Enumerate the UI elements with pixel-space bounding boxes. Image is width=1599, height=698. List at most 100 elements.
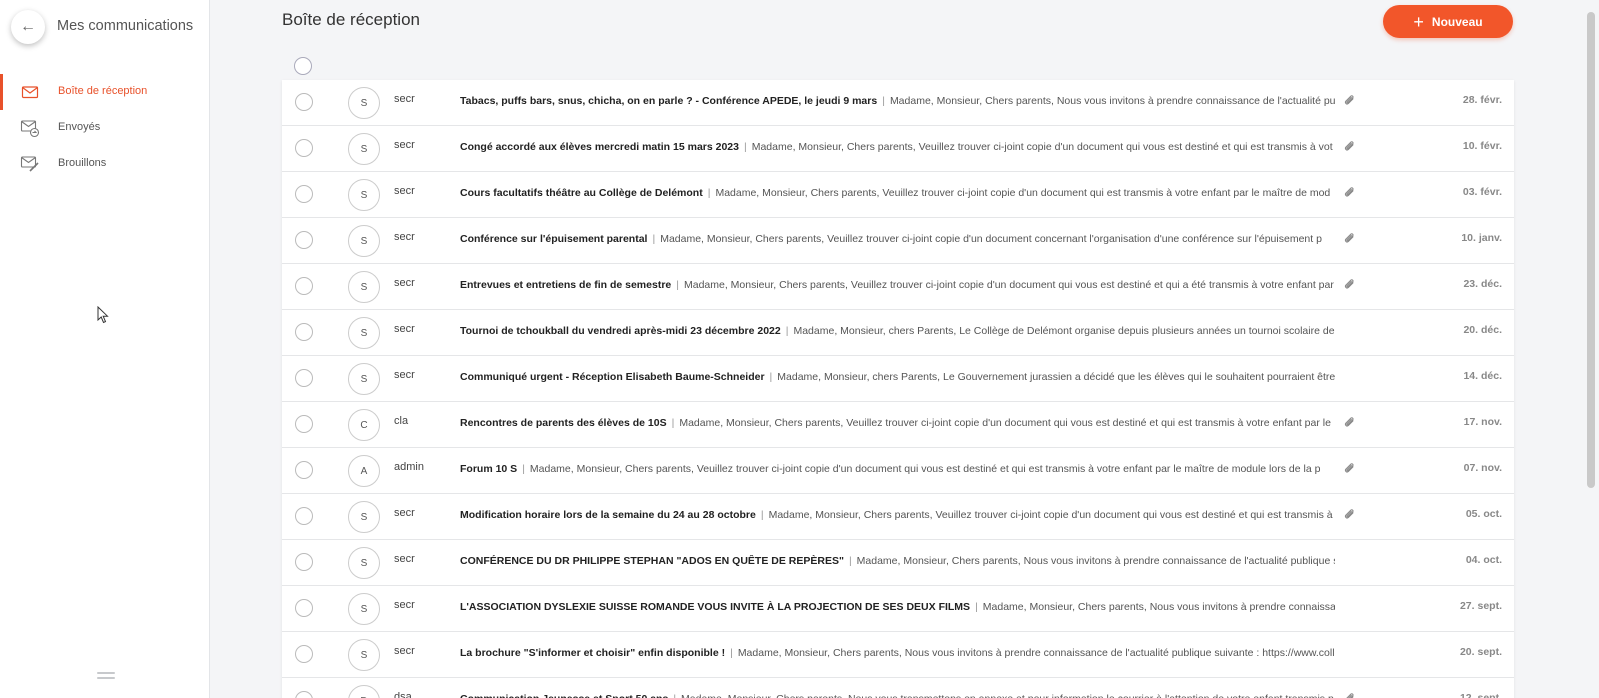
row-checkbox[interactable] xyxy=(295,93,313,111)
message-sender: secr xyxy=(394,139,415,151)
message-date: 23. déc. xyxy=(1463,278,1502,290)
message-row[interactable]: Ssecr Congé accordé aux élèves mercredi m… xyxy=(282,126,1514,172)
message-sender: secr xyxy=(394,277,415,289)
message-text: Rencontres de parents des élèves de 10S |… xyxy=(460,417,1335,429)
message-row[interactable]: Ssecr La brochure "S'informer et choisir"… xyxy=(282,632,1514,678)
separator: | xyxy=(707,187,711,199)
message-sender: secr xyxy=(394,231,415,243)
message-sender: secr xyxy=(394,645,415,657)
message-row[interactable]: Ssecr Cours facultatifs théâtre au Collèg… xyxy=(282,172,1514,218)
sidebar-item-label: Brouillons xyxy=(58,157,107,169)
message-row[interactable]: Ssecr Tabacs, puffs bars, snus, chicha, o… xyxy=(282,80,1514,126)
message-row[interactable]: Ssecr Tournoi de tchoukball du vendredi a… xyxy=(282,310,1514,356)
back-button[interactable]: ← xyxy=(11,10,45,44)
message-row[interactable]: Ssecr Modification horaire lors de la sem… xyxy=(282,494,1514,540)
message-date: 03. févr. xyxy=(1462,186,1502,198)
message-preview: Madame, Monsieur, Chers parents, Veuille… xyxy=(529,463,1321,475)
message-row[interactable]: Ssecr Communiqué urgent - Réception Elisa… xyxy=(282,356,1514,402)
message-date: 28. févr. xyxy=(1462,94,1502,106)
message-subject: Rencontres de parents des élèves de 10S xyxy=(460,417,667,429)
avatar: S xyxy=(348,271,380,303)
avatar: S xyxy=(348,225,380,257)
sidebar-item-sent[interactable]: Envoyés xyxy=(0,110,209,146)
row-checkbox[interactable] xyxy=(295,185,313,203)
row-checkbox[interactable] xyxy=(295,415,313,433)
message-row[interactable]: Ssecr L'ASSOCIATION DYSLEXIE SUISSE ROMAN… xyxy=(282,586,1514,632)
row-checkbox[interactable] xyxy=(295,691,313,698)
sidebar-item-drafts[interactable]: Brouillons xyxy=(0,146,209,182)
separator: | xyxy=(975,601,978,613)
scrollbar-thumb[interactable] xyxy=(1587,12,1595,488)
message-preview: Madame, Monsieur, Chers parents, Nous vo… xyxy=(681,693,1334,698)
message-sender: cla xyxy=(394,415,409,427)
sidebar-title: Mes communications xyxy=(57,18,194,34)
row-checkbox[interactable] xyxy=(295,231,313,249)
message-text: Tournoi de tchoukball du vendredi après-… xyxy=(460,325,1335,337)
message-subject: Tabacs, puffs bars, snus, chicha, on en … xyxy=(460,95,878,107)
sidebar-item-inbox[interactable]: Boîte de réception xyxy=(0,74,209,110)
message-subject: Forum 10 S xyxy=(460,463,518,475)
message-preview: Madame, Monsieur, Chers parents, Veuille… xyxy=(679,417,1331,429)
avatar: S xyxy=(348,87,380,119)
new-message-button[interactable]: + Nouveau xyxy=(1383,5,1513,38)
message-subject: L'ASSOCIATION DYSLEXIE SUISSE ROMANDE VO… xyxy=(460,601,971,613)
message-date: 20. déc. xyxy=(1463,324,1502,336)
message-subject: Cours facultatifs théâtre au Collège de … xyxy=(460,187,703,199)
message-date: 27. sept. xyxy=(1459,600,1502,612)
message-preview: Madame, Monsieur, Chers parents, Nous vo… xyxy=(982,601,1335,613)
message-row[interactable]: Aadmin Forum 10 S | Madame, Monsieur, Chers… xyxy=(282,448,1514,494)
separator: | xyxy=(769,371,773,383)
message-text: Entrevues et entretiens de fin de semest… xyxy=(460,279,1335,291)
message-date: 05. oct. xyxy=(1465,508,1502,520)
message-row[interactable]: Ssecr CONFÉRENCE DU DR PHILIPPE STEPHAN "… xyxy=(282,540,1514,586)
message-subject: Modification horaire lors de la semaine … xyxy=(460,509,756,521)
message-text: La brochure "S'informer et choisir" enfi… xyxy=(460,647,1335,659)
paperclip-icon xyxy=(1344,187,1354,197)
select-all-checkbox[interactable] xyxy=(294,57,312,75)
avatar: S xyxy=(348,317,380,349)
message-preview: Madame, Monsieur, Chers parents, Veuille… xyxy=(660,233,1322,245)
avatar: S xyxy=(348,133,380,165)
message-date: 14. déc. xyxy=(1463,370,1502,382)
avatar: A xyxy=(348,455,380,487)
message-row[interactable]: Ddsa Communication Jeunesse et Sport 50 a… xyxy=(282,678,1514,698)
message-sender: secr xyxy=(394,599,415,611)
paperclip-icon xyxy=(1344,509,1354,519)
row-checkbox[interactable] xyxy=(295,369,313,387)
message-subject: Tournoi de tchoukball du vendredi après-… xyxy=(460,325,781,337)
scrollbar[interactable] xyxy=(1584,0,1599,698)
avatar: S xyxy=(348,501,380,533)
avatar: C xyxy=(348,409,380,441)
resize-handle[interactable] xyxy=(97,672,115,682)
separator: | xyxy=(848,555,852,567)
avatar: D xyxy=(348,685,380,698)
row-checkbox[interactable] xyxy=(295,507,313,525)
message-subject: CONFÉRENCE DU DR PHILIPPE STEPHAN "ADOS … xyxy=(460,555,844,567)
message-list: Ssecr Tabacs, puffs bars, snus, chicha, o… xyxy=(282,80,1514,698)
message-sender: dsa xyxy=(394,691,412,698)
row-checkbox[interactable] xyxy=(295,323,313,341)
arrow-left-icon: ← xyxy=(20,18,36,35)
row-checkbox[interactable] xyxy=(295,277,313,295)
row-checkbox[interactable] xyxy=(295,645,313,663)
message-subject: Congé accordé aux élèves mercredi matin … xyxy=(460,141,739,153)
message-row[interactable]: Ssecr Entrevues et entretiens de fin de s… xyxy=(282,264,1514,310)
row-checkbox[interactable] xyxy=(295,553,313,571)
message-row[interactable]: Ssecr Conférence sur l'épuisement parenta… xyxy=(282,218,1514,264)
separator: | xyxy=(760,509,764,521)
paperclip-icon xyxy=(1344,141,1354,151)
message-sender: secr xyxy=(394,323,415,335)
paperclip-icon xyxy=(1344,233,1354,243)
message-preview: Madame, Monsieur, chers Parents, Le Gouv… xyxy=(777,371,1335,383)
row-checkbox[interactable] xyxy=(295,139,313,157)
row-checkbox[interactable] xyxy=(295,599,313,617)
separator: | xyxy=(652,233,656,245)
message-text: Forum 10 S | Madame, Monsieur, Chers paren… xyxy=(460,463,1335,475)
avatar: S xyxy=(348,363,380,395)
message-subject: Communiqué urgent - Réception Elisabeth … xyxy=(460,371,765,383)
row-checkbox[interactable] xyxy=(295,461,313,479)
message-preview: Madame, Monsieur, Chers parents, Veuille… xyxy=(683,279,1334,291)
message-row[interactable]: Ccla Rencontres de parents des élèves de … xyxy=(282,402,1514,448)
separator: | xyxy=(785,325,789,337)
message-date: 10. janv. xyxy=(1461,232,1502,244)
